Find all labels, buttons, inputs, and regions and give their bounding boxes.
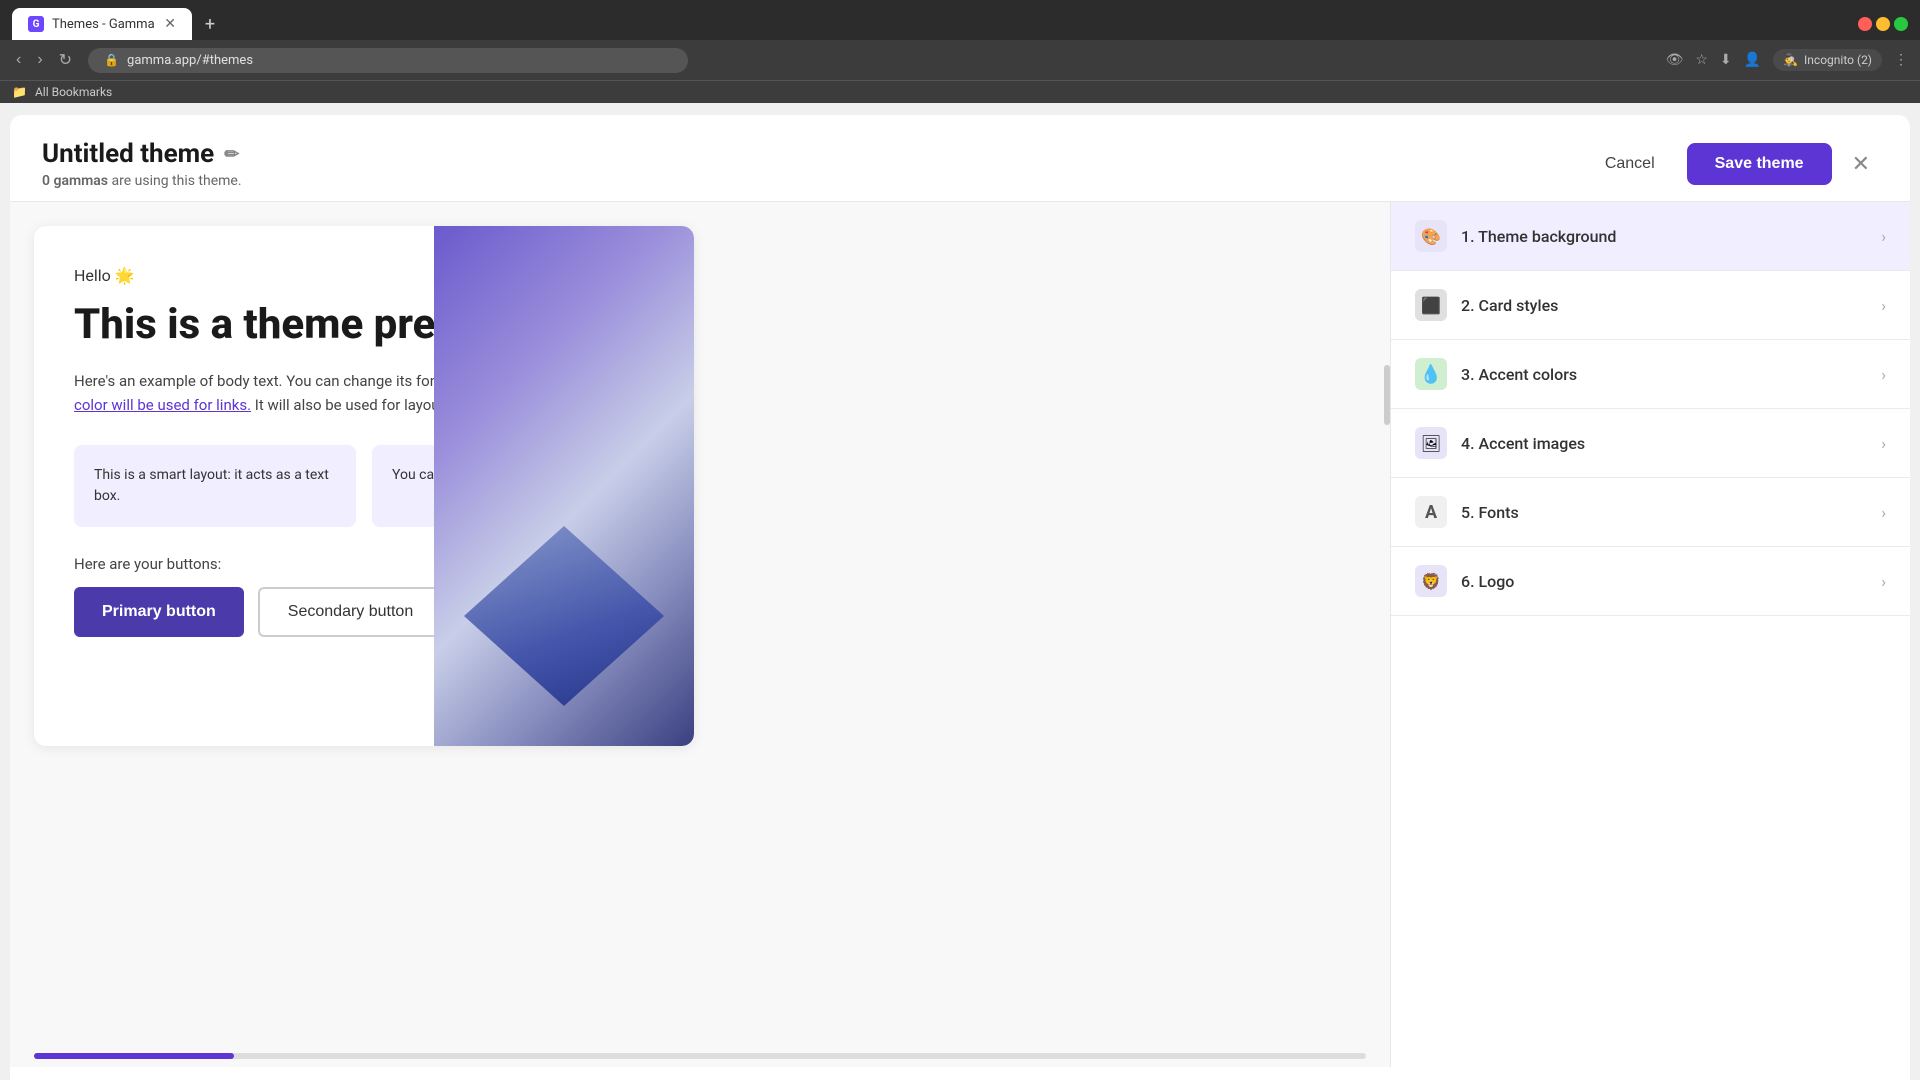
chevron-icon-3: › xyxy=(1881,365,1886,384)
chevron-icon-6: › xyxy=(1881,572,1886,591)
subtitle-rest: are using this theme. xyxy=(112,173,242,189)
preview-primary-button[interactable]: Primary button xyxy=(74,587,244,637)
settings-label-accent-colors: 3. Accent colors xyxy=(1461,365,1881,384)
settings-label-card-styles: 2. Card styles xyxy=(1461,296,1881,315)
settings-panel: 🎨 1. Theme background › ⬛ 2. Card styles… xyxy=(1390,202,1910,1067)
settings-label-theme-background: 1. Theme background xyxy=(1461,227,1881,246)
theme-background-icon: 🎨 xyxy=(1415,220,1447,252)
bookmarks-label: All Bookmarks xyxy=(35,85,112,99)
accent-images-icon: 🖼 xyxy=(1415,427,1447,459)
profile-icon[interactable]: 👤 xyxy=(1744,52,1761,68)
tab-bar: G Themes - Gamma ✕ + xyxy=(0,0,1920,40)
back-button[interactable]: ‹ xyxy=(12,47,25,73)
window-close-btn[interactable] xyxy=(1858,17,1872,31)
tab-favicon: G xyxy=(28,16,44,32)
modal-title-text: Untitled theme xyxy=(42,139,214,169)
incognito-label: Incognito (2) xyxy=(1804,53,1872,67)
settings-item-logo[interactable]: 🦁 6. Logo › xyxy=(1391,547,1910,616)
preview-secondary-button[interactable]: Secondary button xyxy=(258,587,443,637)
modal-actions: Cancel Save theme ✕ xyxy=(1585,143,1878,185)
window-maximize-btn[interactable] xyxy=(1894,17,1908,31)
preview-content: Hello 🌟 This is a theme preview Here's a… xyxy=(34,226,694,746)
logo-icon: 🦁 xyxy=(1415,565,1447,597)
modal-subtitle: 0 gammas are using this theme. xyxy=(42,173,242,189)
scrollbar-thumb xyxy=(34,1053,234,1059)
settings-item-accent-images[interactable]: 🖼 4. Accent images › xyxy=(1391,409,1910,478)
lock-icon: 🔒 xyxy=(104,53,119,67)
preview-image-shape xyxy=(464,526,664,706)
browser-tab-active[interactable]: G Themes - Gamma ✕ xyxy=(12,8,192,40)
new-tab-button[interactable]: + xyxy=(196,10,224,38)
accent-colors-icon: 💧 xyxy=(1415,358,1447,390)
incognito-badge: 🕵 Incognito (2) xyxy=(1773,49,1882,71)
tab-close-button[interactable]: ✕ xyxy=(164,16,176,32)
chevron-icon-4: › xyxy=(1881,434,1886,453)
star-icon[interactable]: ☆ xyxy=(1695,52,1708,68)
edit-title-icon[interactable]: ✏ xyxy=(224,144,239,165)
download-icon[interactable]: ⬇ xyxy=(1720,52,1732,68)
menu-icon[interactable]: ⋮ xyxy=(1894,52,1908,68)
cancel-button[interactable]: Cancel xyxy=(1585,145,1675,183)
preview-panel: Hello 🌟 This is a theme preview Here's a… xyxy=(10,202,1390,1067)
card-styles-icon: ⬛ xyxy=(1415,289,1447,321)
modal-header: Untitled theme ✏ 0 gammas are using this… xyxy=(10,115,1910,202)
theme-modal: Untitled theme ✏ 0 gammas are using this… xyxy=(10,115,1910,1080)
bookmarks-bar: 📁 All Bookmarks xyxy=(0,80,1920,103)
chevron-icon-2: › xyxy=(1881,296,1886,315)
modal-close-button[interactable]: ✕ xyxy=(1844,147,1878,181)
address-bar-actions: 👁 ☆ ⬇ 👤 🕵 Incognito (2) ⋮ xyxy=(1666,49,1908,71)
chevron-icon-5: › xyxy=(1881,503,1886,522)
window-minimize-btn[interactable] xyxy=(1876,17,1890,31)
settings-item-card-styles[interactable]: ⬛ 2. Card styles › xyxy=(1391,271,1910,340)
incognito-icon: 🕵 xyxy=(1783,53,1798,67)
settings-label-logo: 6. Logo xyxy=(1461,572,1881,591)
preview-background-image xyxy=(434,226,694,746)
tab-title: Themes - Gamma xyxy=(52,17,155,32)
bookmarks-folder-icon: 📁 xyxy=(12,85,27,99)
modal-body: Hello 🌟 This is a theme preview Here's a… xyxy=(10,202,1910,1067)
vision-icon: 👁 xyxy=(1666,52,1684,68)
window-controls xyxy=(1858,17,1908,31)
modal-title: Untitled theme ✏ xyxy=(42,139,242,169)
settings-item-theme-background[interactable]: 🎨 1. Theme background › xyxy=(1391,202,1910,271)
url-text: gamma.app/#themes xyxy=(127,53,253,68)
settings-item-fonts[interactable]: A 5. Fonts › xyxy=(1391,478,1910,547)
chevron-icon-1: › xyxy=(1881,227,1886,246)
preview-card-1: This is a smart layout: it acts as a tex… xyxy=(74,445,356,527)
url-bar[interactable]: 🔒 gamma.app/#themes xyxy=(88,48,688,73)
fonts-icon: A xyxy=(1415,496,1447,528)
save-theme-button[interactable]: Save theme xyxy=(1687,143,1832,185)
settings-label-fonts: 5. Fonts xyxy=(1461,503,1881,522)
refresh-button[interactable]: ↻ xyxy=(55,46,76,74)
modal-title-group: Untitled theme ✏ 0 gammas are using this… xyxy=(42,139,242,189)
browser-chrome: G Themes - Gamma ✕ + ‹ › ↻ 🔒 gamma.app/#… xyxy=(0,0,1920,103)
forward-button[interactable]: › xyxy=(33,47,46,73)
preview-scrollbar[interactable] xyxy=(34,1053,1366,1059)
gammas-count: 0 gammas xyxy=(42,173,108,189)
settings-label-accent-images: 4. Accent images xyxy=(1461,434,1881,453)
settings-item-accent-colors[interactable]: 💧 3. Accent colors › xyxy=(1391,340,1910,409)
nav-buttons: ‹ › ↻ xyxy=(12,46,76,74)
address-bar: ‹ › ↻ 🔒 gamma.app/#themes 👁 ☆ ⬇ 👤 🕵 Inco… xyxy=(0,40,1920,80)
